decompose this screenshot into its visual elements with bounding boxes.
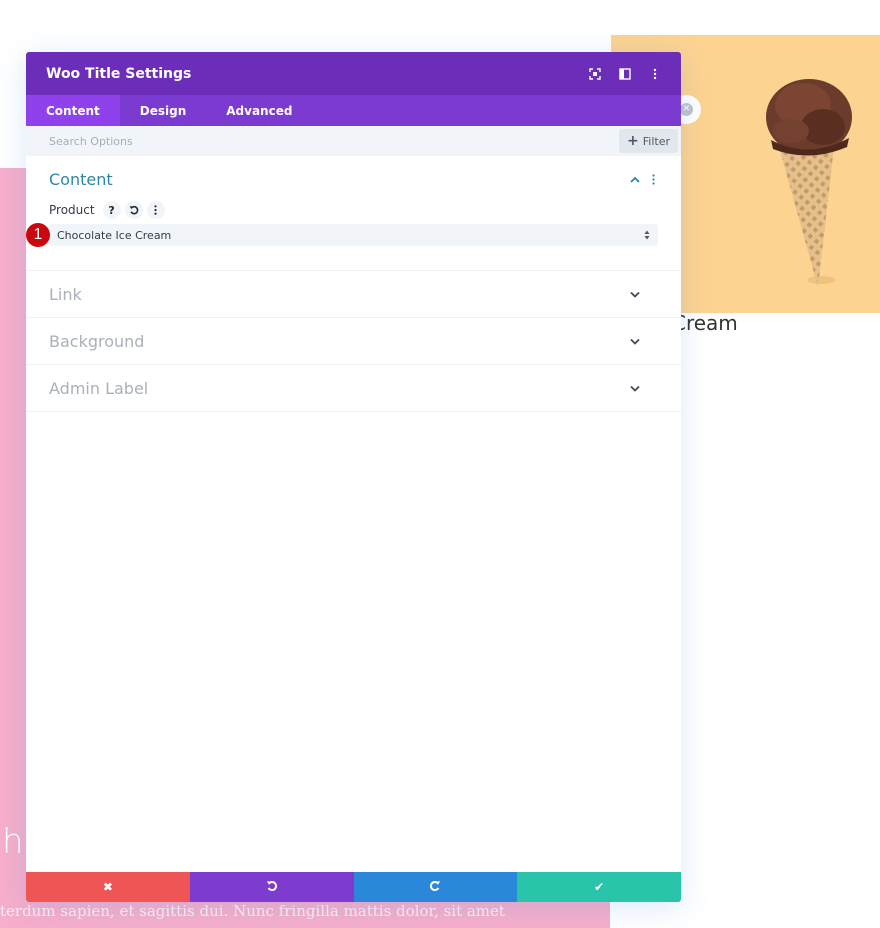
group-admin-label: Admin Label <box>26 365 681 412</box>
page-canvas: h terdum sapien, et sagittis dui. Nunc f… <box>0 0 880 928</box>
product-select-value: Chocolate Ice Cream <box>57 228 172 242</box>
discard-button[interactable]: ✖ <box>26 872 190 902</box>
group-content-header[interactable]: Content <box>26 156 681 202</box>
group-link: Link <box>26 271 681 318</box>
group-more-options-icon[interactable] <box>648 173 658 185</box>
tab-design[interactable]: Design <box>120 95 207 126</box>
chevron-down-icon[interactable] <box>628 287 642 301</box>
group-background-title: Background <box>49 331 145 351</box>
chevron-down-icon[interactable] <box>628 334 642 348</box>
tab-advanced[interactable]: Advanced <box>206 95 312 126</box>
product-select[interactable]: Chocolate Ice Cream <box>49 224 658 246</box>
plus-icon: + <box>627 133 639 149</box>
group-admin-label-header[interactable]: Admin Label <box>26 365 681 411</box>
filter-label: Filter <box>642 134 670 148</box>
split-view-icon[interactable] <box>619 67 631 80</box>
chevron-up-icon[interactable] <box>628 172 642 186</box>
group-admin-label-title: Admin Label <box>49 378 149 398</box>
settings-body: Content Product ? 1 Chocolate Ice Cream … <box>26 156 681 872</box>
globe-icon: ✕ <box>680 103 693 116</box>
group-background: Background <box>26 318 681 365</box>
modal-footer: ✖ ✔ <box>26 872 681 902</box>
group-link-header[interactable]: Link <box>26 271 681 317</box>
group-content-title: Content <box>49 169 113 189</box>
product-select-row: 1 Chocolate Ice Cream <box>26 223 658 247</box>
product-field-label-row: Product ? <box>49 200 658 220</box>
group-content-body: Product ? 1 Chocolate Ice Cream <box>26 200 681 270</box>
search-options-input[interactable] <box>49 134 620 148</box>
redo-icon <box>429 880 441 895</box>
modal-header: Woo Title Settings <box>26 52 681 95</box>
chevron-down-icon[interactable] <box>628 381 642 395</box>
filter-button[interactable]: + Filter <box>619 129 678 153</box>
tab-content[interactable]: Content <box>26 95 120 126</box>
select-arrows-icon <box>644 230 650 240</box>
check-icon: ✔ <box>594 880 605 894</box>
more-options-icon[interactable] <box>649 68 661 80</box>
help-icon[interactable]: ? <box>102 201 121 219</box>
modal-tabs: Content Design Advanced <box>26 95 681 126</box>
expand-icon[interactable] <box>589 67 601 80</box>
undo-icon <box>266 880 278 895</box>
section-paragraph-fragment: terdum sapien, et sagittis dui. Nunc fri… <box>0 902 505 920</box>
undo-button[interactable] <box>189 872 354 902</box>
redo-button[interactable] <box>353 872 518 902</box>
modal-title: Woo Title Settings <box>46 65 192 82</box>
group-content: Content Product ? 1 Chocolate Ice Cream <box>26 156 681 271</box>
reset-icon[interactable] <box>124 201 143 219</box>
step-badge: 1 <box>26 223 50 247</box>
header-actions <box>589 67 661 80</box>
group-background-header[interactable]: Background <box>26 318 681 364</box>
save-button[interactable]: ✔ <box>517 872 681 902</box>
section-heading-fragment: h <box>2 822 24 862</box>
group-link-title: Link <box>49 284 82 304</box>
search-bar: + Filter <box>26 126 681 156</box>
field-more-options-icon[interactable] <box>146 201 165 219</box>
woo-title-settings-modal: Woo Title Settings Content Design Advanc… <box>26 52 681 902</box>
close-icon: ✖ <box>102 880 113 894</box>
product-field-label: Product <box>49 203 95 217</box>
